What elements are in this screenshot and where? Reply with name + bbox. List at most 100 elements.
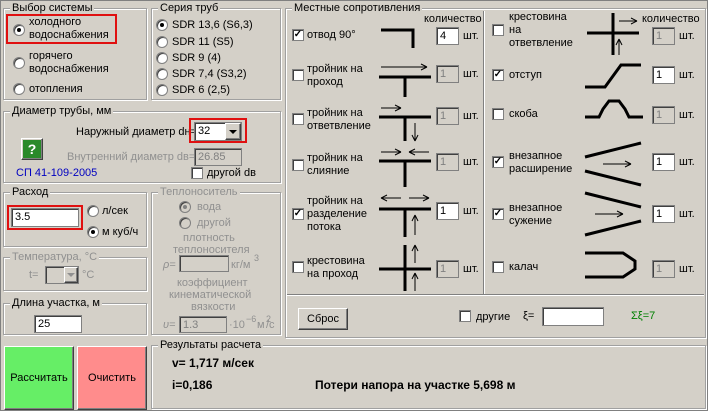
- cross-branch-label-3: ответвление: [509, 37, 573, 49]
- sdr-6-label: SDR 6 (2,5): [172, 84, 231, 96]
- other-resistance-checkbox[interactable]: [459, 310, 471, 322]
- rho-field[interactable]: [179, 255, 229, 272]
- expansion-qty[interactable]: 1: [652, 153, 675, 171]
- cross-branch-icon: [587, 13, 639, 55]
- chevron-down-icon: [67, 273, 75, 277]
- help-icon: ?: [23, 140, 41, 158]
- bracket-qty[interactable]: 1: [652, 106, 675, 124]
- radio-sdr-11[interactable]: [156, 36, 168, 48]
- results-group-title: Результаты расчета: [158, 338, 264, 352]
- expansion-icon: [584, 141, 642, 187]
- tee-branch-qty[interactable]: 1: [436, 107, 459, 125]
- nu-unit-s: /с: [266, 319, 275, 331]
- outer-diameter-dropdown-button[interactable]: [225, 123, 241, 140]
- hot-water-label-1: горячего: [29, 50, 73, 62]
- sdr-13-6-label: SDR 13,6 (S6,3): [172, 19, 253, 31]
- radio-sdr-6[interactable]: [156, 84, 168, 96]
- length-input[interactable]: 25: [34, 315, 82, 333]
- tee-merge-checkbox[interactable]: [292, 159, 304, 171]
- cross-branch-label-2: на: [509, 24, 522, 36]
- cross-branch-checkbox[interactable]: [492, 24, 504, 36]
- flow-m3-h-label: м куб/ч: [102, 226, 139, 238]
- tee-pass-label-2: проход: [307, 76, 343, 88]
- cross-pass-checkbox[interactable]: [292, 261, 304, 273]
- flow-input[interactable]: 3.5: [11, 208, 79, 227]
- u-bend-checkbox[interactable]: [492, 261, 504, 273]
- expansion-checkbox[interactable]: ✓: [492, 156, 504, 168]
- tee-split-qty[interactable]: 1: [436, 202, 459, 220]
- radio-coolant-water[interactable]: [179, 201, 191, 213]
- radio-cold-water[interactable]: [13, 24, 25, 36]
- contraction-qty[interactable]: 1: [652, 205, 675, 223]
- radio-flow-m3-h[interactable]: [87, 226, 99, 238]
- radio-sdr-13-6[interactable]: [156, 19, 168, 31]
- temperature-select[interactable]: [45, 266, 79, 284]
- radio-heating[interactable]: [13, 83, 25, 95]
- tee-pass-checkbox[interactable]: [292, 69, 304, 81]
- offset-checkbox[interactable]: ✓: [492, 69, 504, 81]
- sdr-7-4-label: SDR 7,4 (S3,2): [172, 68, 247, 80]
- other-diameter-checkbox[interactable]: [191, 167, 203, 179]
- radio-hot-water[interactable]: [13, 57, 25, 69]
- tee-pass-qty[interactable]: 1: [436, 65, 459, 83]
- xi-input[interactable]: [542, 307, 604, 326]
- other-diameter-label: другой dв: [207, 167, 256, 179]
- diameter-group-title: Диаметр трубы, мм: [10, 104, 114, 118]
- u-bend-label: калач: [509, 261, 539, 273]
- u-bend-qty[interactable]: 1: [652, 260, 675, 278]
- nu-unit-m: м: [257, 319, 265, 331]
- reset-button[interactable]: Сброс: [298, 308, 348, 330]
- tee-branch-checkbox[interactable]: [292, 113, 304, 125]
- help-button[interactable]: ?: [21, 138, 43, 160]
- bracket-checkbox[interactable]: [492, 108, 504, 120]
- temperature-group-title: Температура, °С: [10, 250, 100, 264]
- radio-flow-l-sec[interactable]: [87, 205, 99, 217]
- tee-split-label-1: тройник на: [307, 195, 363, 207]
- cross-branch-qty[interactable]: 1: [652, 27, 675, 45]
- radio-coolant-other[interactable]: [179, 217, 191, 229]
- clear-button[interactable]: Очистить: [77, 346, 147, 410]
- elbow-90-qty[interactable]: 4: [436, 27, 459, 45]
- qty-header-left: количество: [424, 13, 482, 25]
- contraction-checkbox[interactable]: ✓: [492, 208, 504, 220]
- cross-pass-qty[interactable]: 1: [436, 260, 459, 278]
- bracket-icon: [585, 99, 643, 119]
- contraction-label-2: сужение: [509, 215, 552, 227]
- tee-split-checkbox[interactable]: ✓: [292, 208, 304, 220]
- calculate-button[interactable]: Рассчитать: [4, 346, 74, 410]
- elbow-90-icon: [381, 28, 415, 48]
- radio-sdr-7-4[interactable]: [156, 68, 168, 80]
- tee-pass-label-1: тройник на: [307, 63, 363, 75]
- velocity-result: v= 1,717 м/сек: [172, 356, 254, 370]
- nu-field[interactable]: 1.3: [179, 316, 227, 333]
- tee-merge-label-1: тройник на: [307, 152, 363, 164]
- u-bend-icon: [585, 251, 637, 279]
- elbow-90-checkbox[interactable]: ✓: [292, 29, 304, 41]
- sp-link[interactable]: СП 41-109-2005: [16, 167, 97, 180]
- tee-split-unit: шт.: [463, 205, 479, 217]
- tee-split-label-3: потока: [307, 221, 342, 233]
- radio-sdr-9[interactable]: [156, 52, 168, 64]
- xi-sum: Σξ=7: [631, 310, 656, 322]
- sdr-11-label: SDR 11 (S5): [172, 36, 234, 48]
- tee-merge-qty[interactable]: 1: [436, 153, 459, 171]
- offset-qty[interactable]: 1: [652, 66, 675, 84]
- tee-pass-unit: шт.: [463, 68, 479, 80]
- hot-water-label-2: водоснабжения: [29, 63, 109, 75]
- local-bottom-divider: [287, 294, 704, 296]
- tee-merge-icon: [379, 148, 431, 187]
- outer-diameter-select[interactable]: 32: [194, 122, 242, 141]
- coolant-other-label: другой: [197, 217, 231, 229]
- tee-split-label-2: разделение: [307, 208, 367, 220]
- tee-branch-label-2: ответвление: [307, 120, 371, 132]
- xi-label: ξ=: [523, 310, 535, 322]
- contraction-label-1: внезапное: [509, 202, 563, 214]
- inner-diameter-field[interactable]: 26.85: [194, 148, 242, 166]
- slope-result: i=0,186: [172, 378, 213, 392]
- temperature-t-label: t=: [29, 269, 39, 281]
- tee-branch-label-1: тройник на: [307, 107, 363, 119]
- local-divider: [483, 11, 485, 295]
- rho-label: ρ=: [163, 259, 176, 271]
- elbow-90-label: отвод 90°: [307, 29, 356, 41]
- temperature-dropdown-button[interactable]: [64, 267, 78, 283]
